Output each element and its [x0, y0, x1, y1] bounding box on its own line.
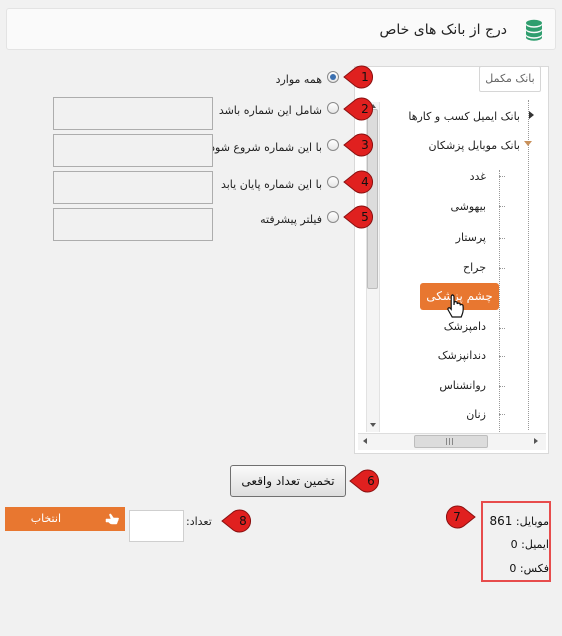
- tree-item-email-bank[interactable]: بانک ایمیل کسب و کارها: [408, 110, 520, 123]
- hand-cursor-icon: [447, 294, 464, 318]
- horizontal-scroll-thumb[interactable]: [414, 435, 488, 448]
- result-mobile-value: 861: [489, 514, 513, 528]
- radio-label-starts-with-number: با این شماره شروع شود: [210, 141, 322, 154]
- radio-contains-number[interactable]: [327, 102, 339, 114]
- child-connector: [499, 238, 505, 239]
- tree-child-item[interactable]: پرستار: [456, 231, 486, 244]
- tree-child-guide-line: [499, 170, 500, 432]
- child-connector: [499, 176, 505, 177]
- badge-number: 2: [361, 102, 369, 116]
- count-input[interactable]: [129, 510, 184, 542]
- select-button-label: انتخاب: [30, 512, 61, 525]
- scroll-right-icon[interactable]: [534, 438, 538, 444]
- tree-guide-line: [528, 100, 529, 430]
- page-title: درج از بانک های خاص: [379, 22, 507, 38]
- child-connector: [499, 414, 505, 415]
- result-fax-label: فکس:: [519, 562, 549, 575]
- tree-child-item[interactable]: روانشناس: [439, 379, 486, 392]
- advanced-filter-input[interactable]: [53, 208, 213, 241]
- tree-legend: بانک مکمل: [479, 66, 541, 92]
- tree-child-item[interactable]: دامپزشک: [444, 320, 486, 333]
- estimate-real-count-button[interactable]: تخمین تعداد واقعی: [230, 465, 346, 497]
- tree-child-item[interactable]: بیهوشی: [450, 200, 486, 213]
- tree-child-item[interactable]: غدد: [470, 170, 486, 183]
- scroll-down-icon[interactable]: [370, 423, 376, 427]
- tree-child-item[interactable]: زنان: [466, 408, 486, 421]
- badge-number: 7: [453, 510, 461, 524]
- radio-ends-with-number[interactable]: [327, 176, 339, 188]
- radio-label-ends-with-number: با این شماره پایان یابد: [220, 178, 322, 191]
- pointing-hand-icon: [105, 513, 119, 525]
- radio-starts-with-number[interactable]: [327, 139, 339, 151]
- bank-tree-panel: [354, 66, 549, 454]
- scroll-grip: [446, 438, 447, 445]
- badge-number: 1: [361, 70, 369, 84]
- radio-label-advanced-filter: فیلتر پیشرفته: [260, 213, 322, 226]
- child-connector: [499, 356, 505, 357]
- ends-with-number-input[interactable]: [53, 171, 213, 204]
- radio-advanced-filter[interactable]: [327, 211, 339, 223]
- database-icon: [526, 19, 542, 41]
- badge-number: 3: [361, 138, 369, 152]
- tree-item-doctors-mobile-bank[interactable]: بانک موبایل پزشکان: [428, 139, 520, 152]
- contains-number-input[interactable]: [53, 97, 213, 130]
- result-mobile: موبایل: 861: [490, 514, 550, 528]
- scroll-left-icon[interactable]: [363, 438, 367, 444]
- result-fax: فکس: 0: [509, 562, 549, 575]
- result-mobile-label: موبایل:: [515, 515, 549, 528]
- tree-child-item[interactable]: جراح: [463, 261, 486, 274]
- result-fax-value: 0: [509, 562, 517, 575]
- child-connector: [499, 386, 505, 387]
- radio-label-all-items: همه موارد: [275, 73, 322, 86]
- tree-child-item[interactable]: دندانپزشک: [438, 349, 486, 362]
- child-connector: [499, 328, 505, 329]
- badge-number: 6: [367, 474, 375, 488]
- expanded-arrow-icon[interactable]: [524, 141, 532, 146]
- result-email-label: ایمیل:: [521, 538, 549, 551]
- badge-number: 8: [239, 514, 247, 528]
- child-connector: [499, 268, 505, 269]
- badge-number: 5: [361, 210, 369, 224]
- scroll-grip: [449, 438, 450, 445]
- radio-label-contains-number: شامل این شماره باشد: [218, 104, 322, 117]
- collapsed-arrow-icon[interactable]: [529, 111, 534, 119]
- page-header: درج از بانک های خاص: [6, 8, 556, 50]
- starts-with-number-input[interactable]: [53, 134, 213, 167]
- radio-all-items[interactable]: [327, 71, 339, 83]
- select-button[interactable]: انتخاب: [5, 507, 125, 531]
- result-email: ایمیل: 0: [511, 538, 549, 551]
- result-email-value: 0: [510, 538, 518, 551]
- count-label: تعداد:: [186, 515, 212, 528]
- child-connector: [499, 206, 505, 207]
- badge-number: 4: [361, 175, 369, 189]
- scroll-grip: [452, 438, 453, 445]
